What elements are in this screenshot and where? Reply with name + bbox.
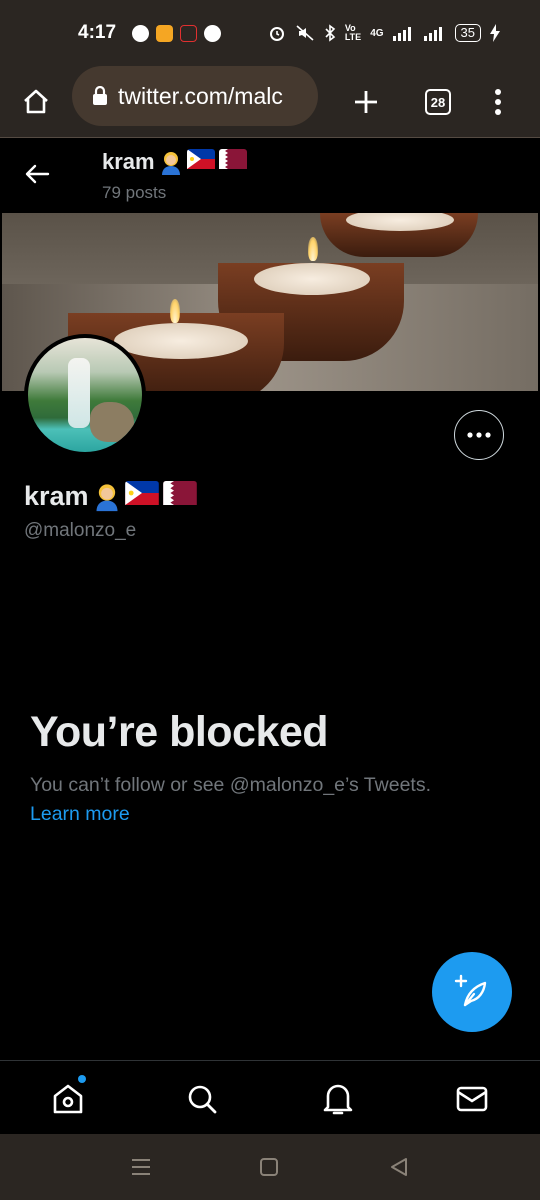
person-blond-emoji-icon: [161, 152, 180, 175]
url-text: twitter.com/malc: [118, 82, 283, 109]
plus-icon: [355, 91, 377, 113]
nav-search[interactable]: [182, 1079, 222, 1119]
alarm-icon: [269, 27, 284, 41]
person-blond-emoji-icon: [96, 484, 118, 512]
nav-messages[interactable]: [452, 1079, 492, 1119]
home-icon: [53, 1084, 83, 1114]
status-right: Vo LTE 4G 35: [268, 24, 500, 42]
home-outline-icon: [24, 89, 48, 114]
status-time: 4:17: [78, 22, 117, 43]
menu-lines-icon: [132, 1159, 150, 1175]
signal-icon: [392, 27, 411, 41]
mute-icon: [296, 25, 314, 41]
home-unread-dot: [78, 1075, 86, 1083]
status-bar: 4:17 Vo LTE 4G 35: [0, 0, 540, 66]
avatar-rock: [90, 402, 134, 442]
qatar-flag-icon: [218, 149, 247, 175]
philippines-flag-icon: [186, 149, 215, 175]
network-type: 4G: [370, 27, 384, 39]
more-horizontal-icon: [467, 432, 491, 438]
square-icon: [260, 1158, 278, 1176]
header-display-name: kram: [102, 149, 155, 174]
browser-home-button[interactable]: [12, 78, 60, 126]
home-system-button[interactable]: [256, 1154, 282, 1180]
profile-avatar[interactable]: [24, 334, 146, 456]
search-icon: [188, 1085, 217, 1114]
candle-flame-middle: [308, 237, 318, 261]
new-tab-button[interactable]: [342, 78, 390, 126]
tab-switcher-button[interactable]: 28: [414, 78, 462, 126]
profile-display-name: kram: [24, 480, 89, 511]
learn-more-link[interactable]: Learn more: [30, 803, 130, 826]
candle-middle: [254, 263, 370, 295]
profile-handle: @malonzo_e: [24, 520, 137, 541]
browser-toolbar: twitter.com/malc 28: [0, 66, 540, 138]
qatar-flag-icon: [162, 480, 197, 512]
compose-tweet-button[interactable]: [432, 952, 512, 1032]
tab-count: 28: [425, 89, 451, 115]
nav-home[interactable]: [48, 1075, 88, 1119]
header-display-name-row: kram: [102, 149, 247, 175]
post-count: 79 posts: [102, 183, 167, 202]
arrow-left-icon: [25, 164, 50, 184]
more-options-button[interactable]: [454, 410, 504, 460]
nav-notifications[interactable]: [318, 1079, 358, 1119]
profile-display-name-row: kram: [24, 480, 197, 512]
url-bar[interactable]: twitter.com/malc: [72, 66, 318, 126]
triangle-back-icon: [391, 1158, 407, 1176]
bluetooth-icon: [325, 24, 336, 42]
volte-label: Vo LTE: [344, 23, 362, 42]
facebook-icon: [132, 25, 149, 42]
back-system-button[interactable]: [386, 1154, 412, 1180]
system-navigation-bar: [0, 1134, 540, 1200]
s-app-icon: [204, 25, 221, 42]
recents-button[interactable]: [128, 1154, 154, 1180]
lock-icon: [93, 86, 107, 105]
philippines-flag-icon: [124, 480, 159, 512]
profile-top-bar: kram 79 posts: [0, 139, 540, 213]
battery-indicator: 35: [454, 24, 481, 42]
box-app-icon: [180, 25, 197, 42]
shopee-icon: [156, 25, 173, 42]
mail-icon: [456, 1086, 488, 1112]
compose-feather-icon: [454, 974, 487, 1007]
avatar-waterfall: [68, 358, 90, 428]
charging-icon: [490, 24, 500, 42]
candle-left: [114, 323, 248, 359]
bell-icon: [323, 1084, 353, 1115]
browser-menu-button[interactable]: [474, 78, 522, 126]
back-button[interactable]: [20, 157, 54, 191]
kebab-menu-icon: [495, 89, 501, 115]
status-app-icons: [132, 25, 221, 42]
blocked-message: You can’t follow or see @malonzo_e’s Twe…: [30, 774, 431, 796]
blocked-title: You’re blocked: [30, 708, 329, 756]
signal-roaming-icon: [423, 27, 442, 41]
candle-flame-left: [170, 299, 180, 323]
bottom-navigation: [0, 1060, 540, 1134]
